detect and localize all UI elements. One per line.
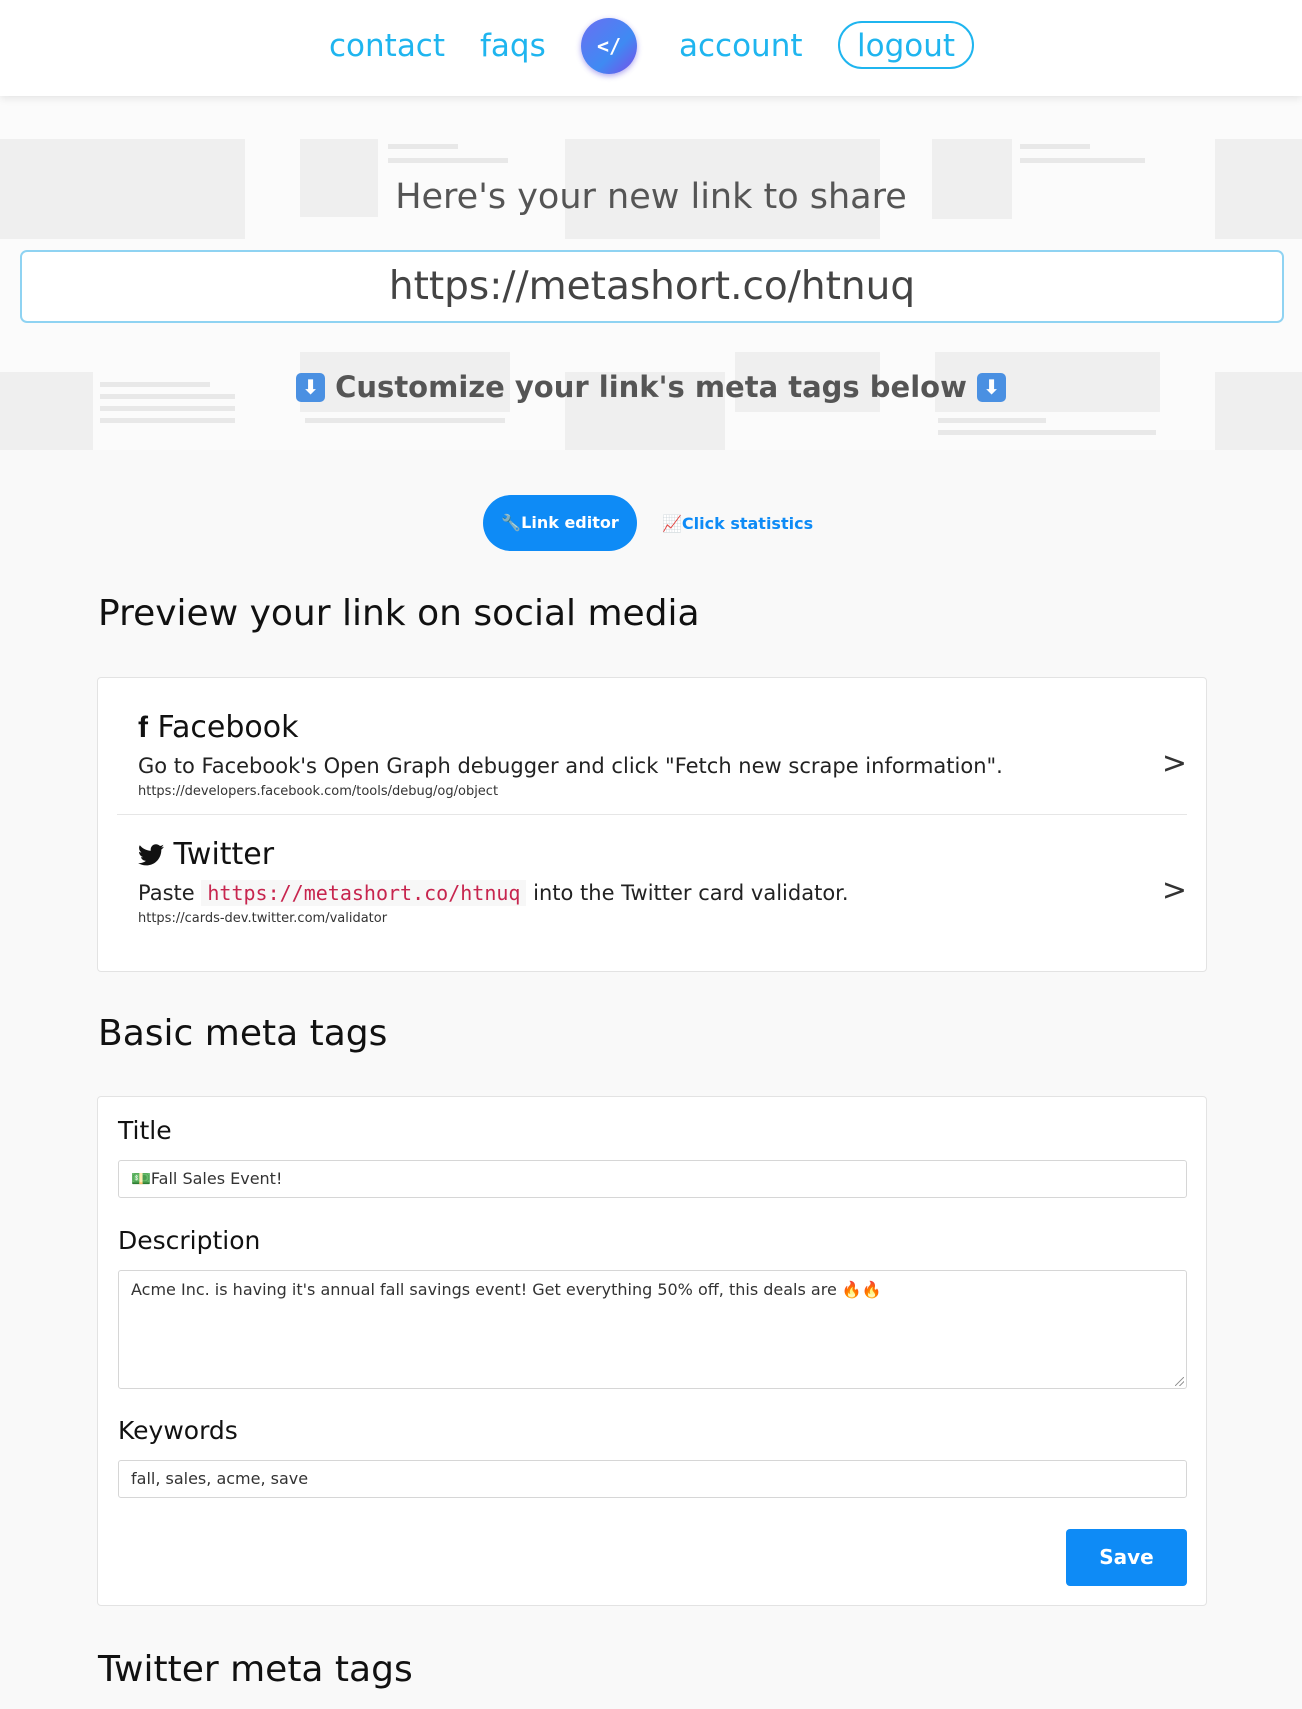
twitter-desc-prefix: Paste [138, 881, 195, 905]
logo-icon[interactable]: </ [581, 18, 637, 74]
basic-meta-form: Title 💵Fall Sales Event! Description Acm… [97, 1096, 1207, 1606]
twitter-bird-icon [138, 844, 164, 866]
twitter-desc-suffix: into the Twitter card validator. [533, 881, 849, 905]
top-navbar: contact faqs </ account logout [0, 0, 1302, 96]
twitter-title: Twitter [138, 835, 1188, 875]
background-placeholder [388, 144, 458, 149]
customize-heading: ⬇ Customize your link's meta tags below … [0, 366, 1302, 408]
background-placeholder [100, 418, 235, 423]
chevron-right-icon[interactable]: > [1162, 746, 1187, 781]
background-placeholder [1020, 144, 1090, 149]
background-placeholder [305, 418, 505, 423]
social-preview-card: f Facebook Go to Facebook's Open Graph d… [97, 677, 1207, 972]
down-arrow-icon: ⬇ [976, 373, 1006, 402]
nav-account-link[interactable]: account [679, 24, 803, 68]
facebook-debugger-url[interactable]: https://developers.facebook.com/tools/de… [138, 783, 1188, 801]
facebook-description: Go to Facebook's Open Graph debugger and… [138, 754, 1003, 778]
chevron-right-icon[interactable]: > [1162, 873, 1187, 908]
background-placeholder [938, 430, 1156, 435]
twitter-name: Twitter [173, 837, 275, 872]
down-arrow-icon: ⬇ [296, 373, 326, 402]
keywords-label: Keywords [118, 1416, 238, 1445]
description-text: Acme Inc. is having it's annual fall sav… [131, 1280, 882, 1299]
twitter-validator-url[interactable]: https://cards-dev.twitter.com/validator [138, 910, 1188, 928]
preview-heading: Preview your link on social media [98, 593, 700, 634]
resize-handle-icon[interactable] [1175, 1377, 1184, 1386]
twitter-link-code: https://metashort.co/htnuq [201, 880, 527, 906]
tab-click-statistics[interactable]: 📈Click statistics [662, 513, 813, 535]
facebook-icon: f [138, 711, 148, 744]
nav-contact-link[interactable]: contact [329, 24, 445, 68]
save-button[interactable]: Save [1066, 1529, 1187, 1586]
background-placeholder [388, 158, 508, 163]
basic-meta-heading: Basic meta tags [98, 1013, 388, 1054]
facebook-preview-item[interactable]: f Facebook Go to Facebook's Open Graph d… [138, 708, 1188, 801]
customize-text: Customize your link's meta tags below [335, 370, 967, 404]
twitter-description: Paste https://metashort.co/htnuq into th… [138, 877, 1188, 909]
tab-link-editor[interactable]: 🔧Link editor [483, 495, 637, 551]
hero-title: Here's your new link to share [395, 177, 907, 217]
background-placeholder [1020, 158, 1145, 163]
background-placeholder [938, 418, 1046, 423]
facebook-name: Facebook [157, 710, 299, 745]
divider [117, 814, 1187, 815]
keywords-input[interactable]: fall, sales, acme, save [118, 1460, 1187, 1498]
nav-faqs-link[interactable]: faqs [480, 24, 546, 68]
title-input[interactable]: 💵Fall Sales Event! [118, 1160, 1187, 1198]
description-label: Description [118, 1226, 261, 1255]
twitter-preview-item[interactable]: Twitter Paste https://metashort.co/htnuq… [138, 835, 1188, 928]
twitter-meta-heading: Twitter meta tags [98, 1649, 413, 1690]
short-link-field[interactable]: https://metashort.co/htnuq [20, 250, 1284, 323]
logout-button[interactable]: logout [838, 21, 974, 69]
title-label: Title [118, 1116, 172, 1145]
facebook-title: f Facebook [138, 708, 1188, 748]
description-textarea[interactable]: Acme Inc. is having it's annual fall sav… [118, 1270, 1187, 1389]
